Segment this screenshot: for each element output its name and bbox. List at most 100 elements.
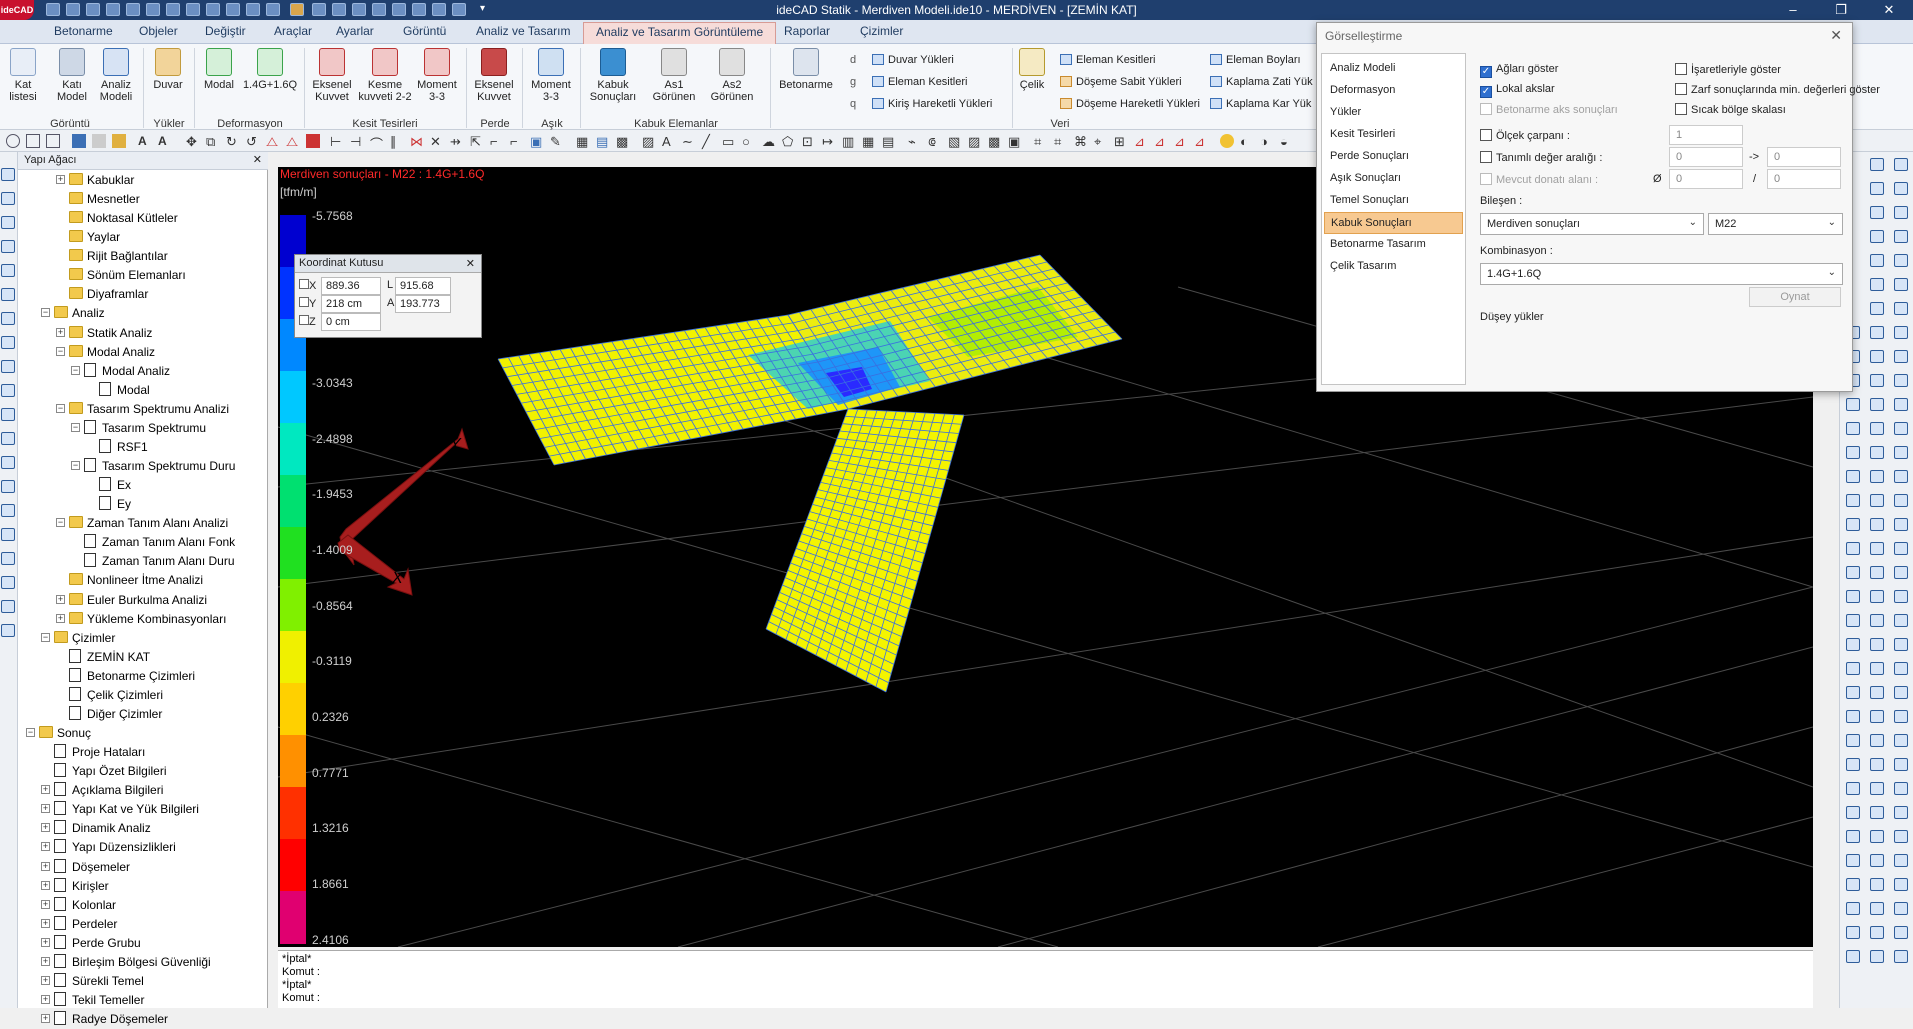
tool-icon[interactable] xyxy=(1894,374,1908,387)
tree-item[interactable]: Rijit Bağlantılar xyxy=(18,248,268,266)
tool-icon[interactable] xyxy=(1870,374,1884,387)
expand-icon[interactable]: + xyxy=(41,842,50,852)
category-item[interactable]: Perde Sonuçları xyxy=(1324,146,1463,168)
tree-item[interactable]: Nonlineer İtme Analizi xyxy=(18,572,268,590)
tree-item[interactable]: + Yükleme Kombinasyonları xyxy=(18,611,268,629)
dimension-icon[interactable]: ↦ xyxy=(822,134,836,149)
duvar-button[interactable]: Duvar xyxy=(150,48,186,91)
close-icon[interactable]: ✕ xyxy=(253,153,262,166)
tool-icon[interactable] xyxy=(1,528,15,541)
tree-item[interactable]: + Döşemeler xyxy=(18,858,268,877)
table2-icon[interactable]: ▤ xyxy=(882,134,896,149)
tree-item[interactable]: Çelik Çizimleri xyxy=(18,686,268,705)
tool-icon[interactable] xyxy=(1894,206,1908,219)
tool-icon[interactable] xyxy=(1894,614,1908,627)
tool-icon[interactable] xyxy=(1846,734,1860,747)
tree-item[interactable]: − Sonuç xyxy=(18,725,268,743)
rectangle-icon[interactable]: ▭ xyxy=(722,134,736,149)
tree-item[interactable]: − Tasarım Spektrumu Analizi xyxy=(18,401,268,419)
expand-icon[interactable]: + xyxy=(56,594,65,604)
tool-icon[interactable] xyxy=(1846,422,1860,435)
hide-icon[interactable]: ◐ xyxy=(1240,134,1254,149)
bulb-icon[interactable] xyxy=(1220,134,1234,148)
category-item[interactable]: Betonarme Tasarım xyxy=(1324,234,1463,256)
tool-icon[interactable] xyxy=(1,336,15,349)
tree-item[interactable]: ZEMİN KAT xyxy=(18,648,268,667)
stair-tool4-icon[interactable]: ⊿ xyxy=(1194,134,1208,149)
tool-icon[interactable] xyxy=(1870,950,1884,963)
expand-icon[interactable]: + xyxy=(41,861,50,871)
tool-icon[interactable] xyxy=(1,360,15,373)
collapse-icon[interactable]: − xyxy=(41,632,50,642)
tree-item[interactable]: Ey xyxy=(18,496,268,514)
tool-icon[interactable] xyxy=(1894,710,1908,723)
section-icon[interactable]: ⌁ xyxy=(908,134,922,149)
tool-icon[interactable] xyxy=(1870,758,1884,771)
tree-item[interactable]: + Perde Grubu xyxy=(18,934,268,953)
tab-araclar[interactable]: Araçlar xyxy=(274,24,312,38)
expand-icon[interactable]: + xyxy=(41,995,50,1004)
collapse-icon[interactable]: − xyxy=(71,422,80,432)
tool-icon[interactable] xyxy=(1870,542,1884,555)
celik-button[interactable]: Çelik xyxy=(1016,48,1048,91)
view-icon[interactable]: ▧ xyxy=(948,134,962,149)
rotate-icon[interactable]: ↻ xyxy=(226,134,240,149)
kombinasyon-select[interactable]: 1.4G+1.6Q ⌄ xyxy=(1480,263,1843,285)
tree-item[interactable]: − Analiz xyxy=(18,305,268,323)
kaplama-kar-button[interactable]: Kaplama Kar Yük xyxy=(1210,98,1311,110)
tab-raporlar[interactable]: Raporlar xyxy=(784,24,830,38)
tool-icon[interactable] xyxy=(1846,926,1860,939)
tool-icon[interactable] xyxy=(1894,566,1908,579)
expand-icon[interactable]: + xyxy=(41,804,50,814)
tool-icon[interactable] xyxy=(1894,662,1908,675)
betonarme-aks-checkbox[interactable]: Betonarme aks sonuçları xyxy=(1480,103,1618,116)
tree-item[interactable]: Mesnetler xyxy=(18,191,268,209)
kiris-hareketli-button[interactable]: Kiriş Hareketli Yükleri xyxy=(872,98,992,110)
cut-icon[interactable]: ⟃ xyxy=(928,134,942,149)
category-item[interactable]: Çelik Tasarım xyxy=(1324,256,1463,278)
modal-button[interactable]: Modal xyxy=(200,48,238,91)
expand-icon[interactable]: + xyxy=(41,937,50,947)
eleman-kesitleri2-button[interactable]: Eleman Kesitleri xyxy=(1060,54,1155,66)
kat-listesi-button[interactable]: Kat listesi xyxy=(6,48,40,103)
tree-item[interactable]: Ex xyxy=(18,477,268,495)
line-icon[interactable]: ╱ xyxy=(702,134,716,149)
tree-item[interactable]: − Modal Analiz xyxy=(18,362,268,381)
tool-icon[interactable] xyxy=(1846,758,1860,771)
tool-icon[interactable] xyxy=(1846,854,1860,867)
tool-icon[interactable] xyxy=(1894,422,1908,435)
ortho-icon[interactable]: ▤ xyxy=(596,134,610,149)
tool-icon[interactable] xyxy=(1,552,15,565)
view4-icon[interactable]: ▣ xyxy=(1008,134,1022,149)
expand-icon[interactable]: + xyxy=(41,823,50,833)
stretch-icon[interactable]: ⇸ xyxy=(450,134,464,149)
mevcut-donati-input-1[interactable]: 0 xyxy=(1669,169,1743,189)
tool-icon[interactable] xyxy=(1894,182,1908,195)
minimize-icon[interactable]: – xyxy=(1775,1,1811,19)
tool-icon[interactable] xyxy=(1870,782,1884,795)
kaplama-zati-button[interactable]: Kaplama Zati Yük xyxy=(1210,76,1313,88)
tool-icon[interactable] xyxy=(1870,734,1884,747)
category-item[interactable]: Kabuk Sonuçları xyxy=(1324,212,1463,234)
tool-icon[interactable] xyxy=(1894,686,1908,699)
kesme-kuvveti-button[interactable]: Kesme kuvveti 2-2 xyxy=(356,48,414,103)
y-checkbox[interactable]: Y xyxy=(299,297,316,310)
tool-icon[interactable] xyxy=(1846,494,1860,507)
asik-moment-button[interactable]: Moment 3-3 xyxy=(528,48,574,103)
tree-item[interactable]: Zaman Tanım Alanı Fonk xyxy=(18,534,268,552)
tool-icon[interactable] xyxy=(1,384,15,397)
tool-icon[interactable] xyxy=(1894,734,1908,747)
z-checkbox[interactable]: Z xyxy=(299,315,316,328)
tool-icon[interactable] xyxy=(1846,566,1860,579)
olcek-carpani-checkbox[interactable]: Ölçek çarpanı : xyxy=(1480,129,1570,142)
tool-icon[interactable] xyxy=(1846,518,1860,531)
tool-icon[interactable] xyxy=(1870,206,1884,219)
grid-snap-icon[interactable]: ▦ xyxy=(576,134,590,149)
detail4-icon[interactable]: ⌖ xyxy=(1094,134,1108,149)
copy-icon[interactable]: ⧉ xyxy=(206,134,220,149)
tree-item[interactable]: − Zaman Tanım Alanı Analizi xyxy=(18,515,268,533)
zoom-icon[interactable] xyxy=(6,134,20,148)
tool-icon[interactable] xyxy=(1870,686,1884,699)
tool-icon[interactable] xyxy=(1870,590,1884,603)
category-item[interactable]: Yükler xyxy=(1324,102,1463,124)
